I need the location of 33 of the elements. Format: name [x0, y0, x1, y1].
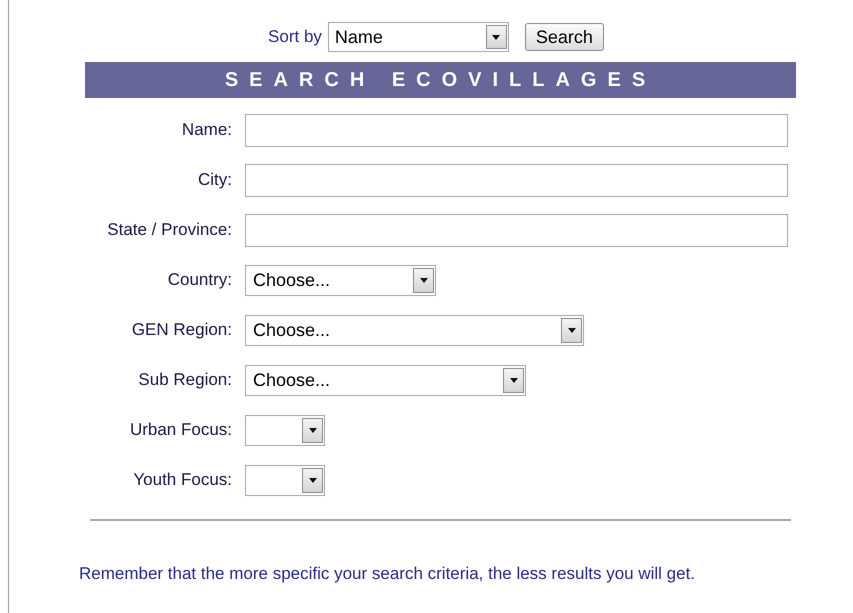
field-label: State / Province: [106, 219, 232, 242]
dropdown-field[interactable]: Choose... [245, 264, 436, 296]
field-label: City: [197, 169, 232, 192]
caret-icon [420, 278, 428, 282]
dropdown-field[interactable] [245, 464, 325, 496]
dropdown-field[interactable]: Choose... [245, 364, 526, 396]
dropdown-arrow-button[interactable] [302, 418, 323, 442]
caret-icon [568, 328, 576, 332]
dropdown-arrow-button[interactable] [486, 25, 507, 49]
text-field[interactable] [245, 214, 788, 246]
field-label: Urban Focus: [128, 419, 232, 442]
dropdown-arrow-button[interactable] [302, 468, 323, 492]
dropdown-arrow-button[interactable] [503, 368, 524, 392]
section-banner: SEARCH ECOVILLAGES [85, 62, 796, 98]
dropdown-field[interactable] [245, 414, 325, 446]
sort-label: Sort by [268, 26, 322, 48]
caret-icon [308, 478, 316, 482]
dropdown-arrow-button[interactable] [561, 318, 582, 342]
caret-icon [492, 34, 500, 40]
dropdown-field[interactable]: Choose... [245, 314, 584, 346]
text-field[interactable] [245, 114, 788, 146]
field-label: Sub Region: [137, 369, 232, 392]
dropdown-arrow-button[interactable] [413, 268, 434, 292]
field-label: Name: [180, 119, 232, 142]
caret-icon [308, 428, 316, 432]
sort-select[interactable]: Name [328, 22, 509, 52]
field-label: Country: [166, 269, 232, 292]
search-button[interactable]: Search [524, 23, 604, 51]
caret-icon [510, 378, 518, 382]
text-field[interactable] [245, 164, 788, 196]
field-label: GEN Region: [130, 319, 232, 342]
search-tip: Remember that the more specific your search criteria, the less results you will get. [79, 563, 696, 585]
field-label: Youth Focus: [132, 469, 232, 492]
